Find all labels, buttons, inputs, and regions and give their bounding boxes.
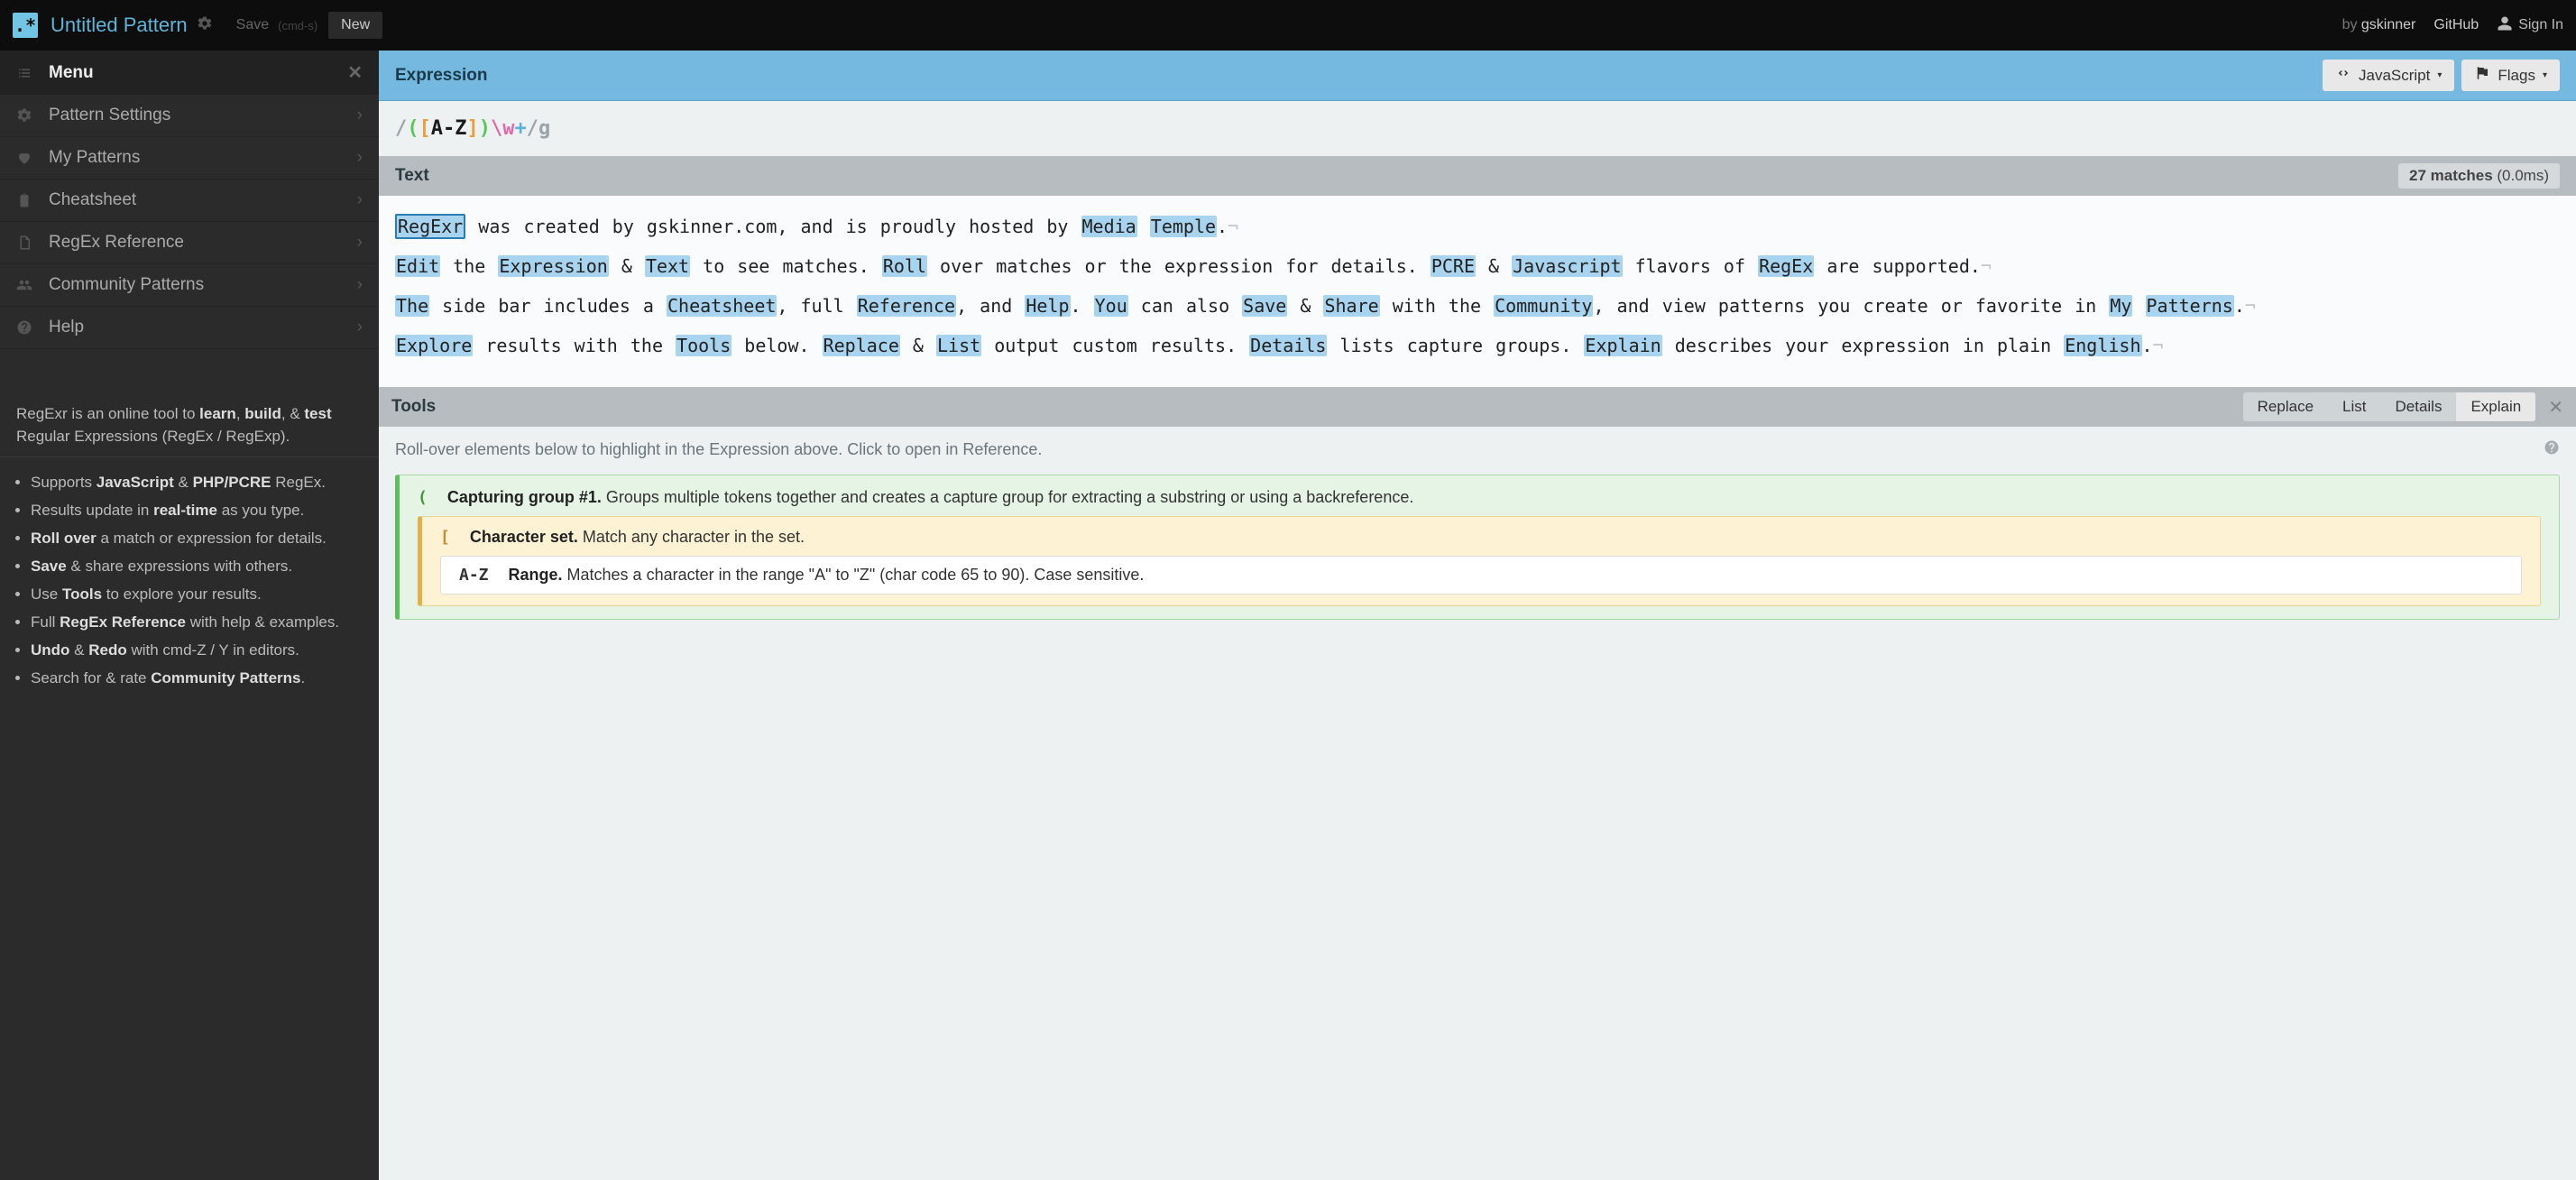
tools-body: Roll-over elements below to highlight in… xyxy=(379,427,2576,1180)
heart-icon xyxy=(16,150,36,166)
author-credit: by gskinner xyxy=(2342,17,2416,33)
main-area: Expression JavaScript▾ Flags▾ /([A-Z])\w… xyxy=(379,51,2576,1180)
close-icon[interactable]: ✕ xyxy=(347,61,363,84)
sidebar-item-help[interactable]: Help › xyxy=(0,307,379,349)
expression-input[interactable]: /([A-Z])\w+/g xyxy=(379,101,2576,156)
user-icon xyxy=(2497,15,2513,36)
list-item: Use Tools to explore your results. xyxy=(31,582,363,608)
chevron-right-icon: › xyxy=(357,233,363,253)
list-item: Supports JavaScript & PHP/PCRE RegEx. xyxy=(31,470,363,496)
chevron-right-icon: › xyxy=(357,190,363,210)
chevron-right-icon: › xyxy=(357,318,363,337)
chevron-down-icon: ▾ xyxy=(2543,70,2547,80)
explain-token: [ xyxy=(440,528,450,547)
list-item: Save & share expressions with others. xyxy=(31,554,363,580)
tab-explain[interactable]: Explain xyxy=(2456,392,2535,421)
match-count-badge: 27 matches (0.0ms) xyxy=(2398,163,2560,189)
sidebar-item-label: My Patterns xyxy=(49,148,140,168)
text-header: Text 27 matches (0.0ms) xyxy=(379,156,2576,196)
tools-label: Tools xyxy=(391,397,436,417)
sidebar-item-community-patterns[interactable]: Community Patterns › xyxy=(0,264,379,307)
people-icon xyxy=(16,277,36,293)
expression-header: Expression JavaScript▾ Flags▾ xyxy=(379,51,2576,101)
list-item: Undo & Redo with cmd-Z / Y in editors. xyxy=(31,638,363,664)
sidebar-item-label: Help xyxy=(49,318,84,337)
tab-details[interactable]: Details xyxy=(2381,392,2457,421)
sidebar-item-label: Cheatsheet xyxy=(49,190,136,210)
help-icon[interactable] xyxy=(2544,439,2560,460)
explain-token: A-Z xyxy=(459,566,489,585)
sidebar-feature-list: Supports JavaScript & PHP/PCRE RegEx. Re… xyxy=(0,457,379,711)
github-link[interactable]: GitHub xyxy=(2433,17,2479,33)
help-icon xyxy=(16,319,36,336)
sidebar-item-label: RegEx Reference xyxy=(49,233,184,253)
sidebar-item-regex-reference[interactable]: RegEx Reference › xyxy=(0,222,379,264)
tools-tabs: Replace List Details Explain xyxy=(2243,392,2536,421)
sidebar-item-label: Community Patterns xyxy=(49,275,204,295)
sidebar: Menu ✕ Pattern Settings › My Patterns › … xyxy=(0,51,379,1180)
list-item: Results update in real-time as you type. xyxy=(31,498,363,524)
code-icon xyxy=(2335,65,2351,86)
list-item: Full RegEx Reference with help & example… xyxy=(31,610,363,636)
save-button[interactable]: Save xyxy=(227,12,278,39)
expression-label: Expression xyxy=(395,66,487,86)
explain-card[interactable]: ( Capturing group #1. Groups multiple to… xyxy=(395,475,2560,620)
explain-nested-card[interactable]: A-Z Range. Matches a character in the ra… xyxy=(440,556,2522,595)
chevron-right-icon: › xyxy=(357,275,363,295)
explain-nested-card[interactable]: [ Character set. Match any character in … xyxy=(418,516,2541,606)
tools-header: Tools Replace List Details Explain ✕ xyxy=(379,387,2576,427)
chevron-right-icon: › xyxy=(357,148,363,168)
sidebar-item-my-patterns[interactable]: My Patterns › xyxy=(0,137,379,180)
tools-hint: Roll-over elements below to highlight in… xyxy=(395,439,2560,460)
text-label: Text xyxy=(395,166,429,186)
explain-token: ( xyxy=(418,488,428,507)
sidebar-item-label: Pattern Settings xyxy=(49,106,170,125)
menu-title: Menu xyxy=(49,63,94,83)
menu-header: Menu ✕ xyxy=(0,51,379,95)
top-bar: .* Untitled Pattern Save (cmd-s) New by … xyxy=(0,0,2576,51)
pattern-title[interactable]: Untitled Pattern xyxy=(51,14,188,37)
save-shortcut-hint: (cmd-s) xyxy=(278,19,317,32)
sidebar-description: RegExr is an online tool to learn, build… xyxy=(0,385,379,457)
gear-icon xyxy=(16,107,36,124)
chevron-right-icon: › xyxy=(357,106,363,125)
list-item: Search for & rate Community Patterns. xyxy=(31,666,363,692)
text-input[interactable]: RegExr was created by gskinner.com, and … xyxy=(379,196,2576,387)
document-icon xyxy=(16,235,36,251)
flag-icon xyxy=(2474,65,2490,86)
app-logo[interactable]: .* xyxy=(13,13,38,38)
author-link[interactable]: gskinner xyxy=(2361,17,2415,32)
sidebar-item-cheatsheet[interactable]: Cheatsheet › xyxy=(0,180,379,222)
close-icon[interactable]: ✕ xyxy=(2548,396,2563,419)
gear-icon[interactable] xyxy=(197,15,213,36)
list-item: Roll over a match or expression for deta… xyxy=(31,526,363,552)
clipboard-icon xyxy=(16,192,36,208)
chevron-down-icon: ▾ xyxy=(2437,70,2442,80)
sidebar-item-pattern-settings[interactable]: Pattern Settings › xyxy=(0,95,379,137)
tab-replace[interactable]: Replace xyxy=(2243,392,2328,421)
flavor-dropdown[interactable]: JavaScript▾ xyxy=(2323,60,2454,91)
signin-button[interactable]: Sign In xyxy=(2497,15,2563,36)
flags-dropdown[interactable]: Flags▾ xyxy=(2461,60,2560,91)
new-button[interactable]: New xyxy=(328,12,382,39)
tab-list[interactable]: List xyxy=(2328,392,2380,421)
menu-icon xyxy=(16,65,36,81)
